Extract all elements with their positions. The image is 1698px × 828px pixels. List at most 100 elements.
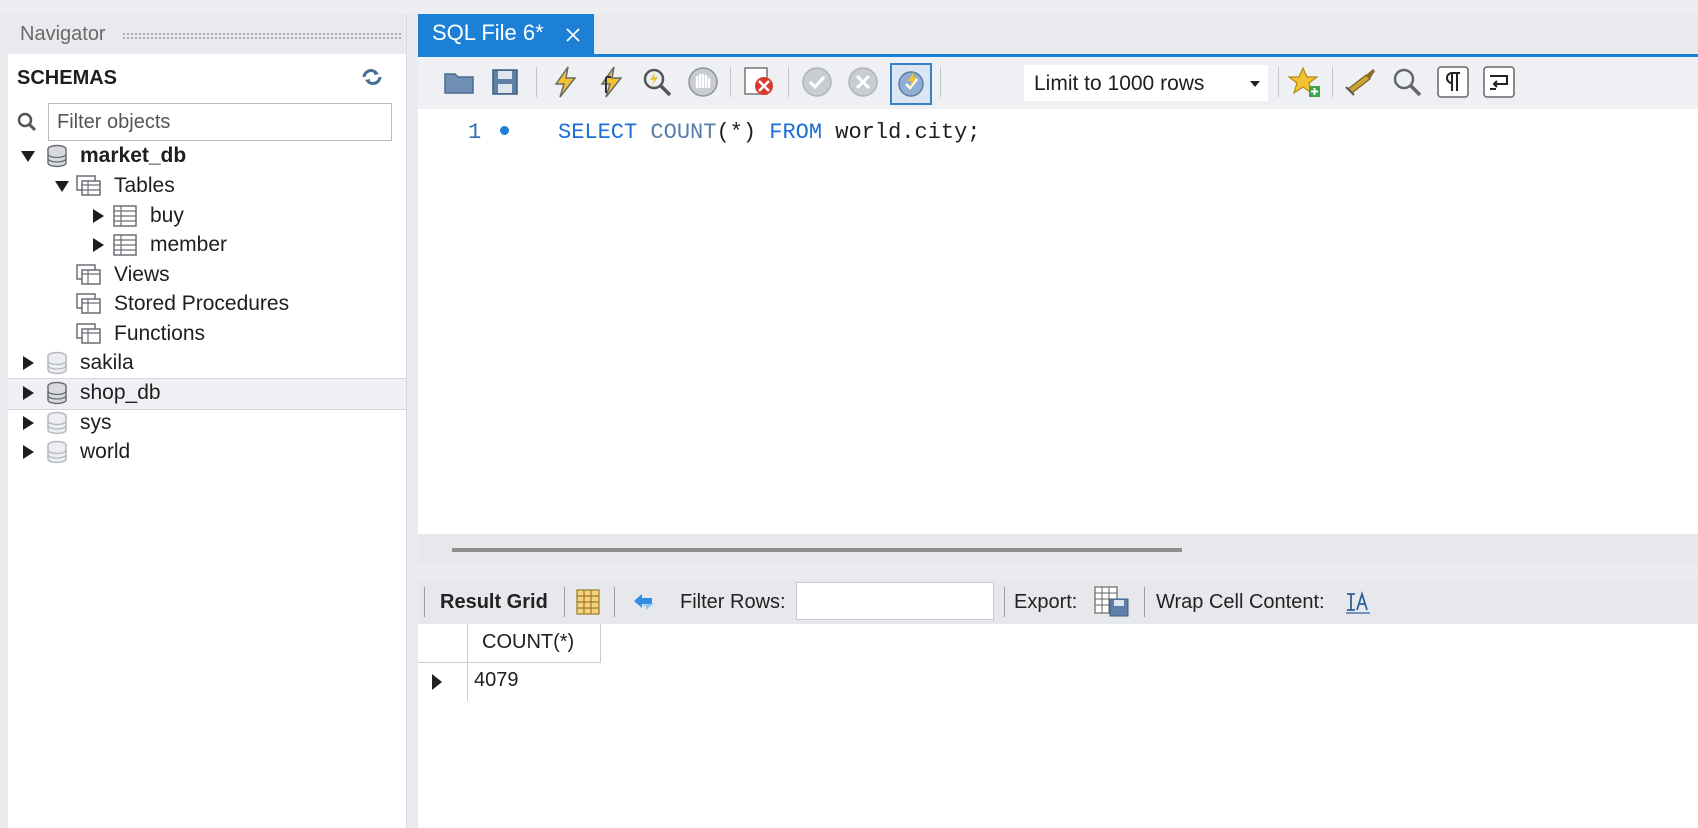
wrap-cell-content-icon[interactable]: [1344, 588, 1372, 616]
tree-item-tables[interactable]: Tables: [8, 171, 406, 201]
expand-arrow-icon[interactable]: [20, 355, 36, 371]
toolbar-separator: [536, 67, 537, 97]
grid-corner-cell[interactable]: [418, 624, 468, 663]
tree-item-views[interactable]: Views: [8, 260, 406, 290]
tree-item-buy[interactable]: buy: [8, 201, 406, 231]
window-top-strip: [0, 0, 1698, 13]
tree-item-label: Stored Procedures: [114, 292, 290, 315]
result-cell[interactable]: 4079: [468, 663, 601, 701]
line-number: 1: [468, 120, 482, 145]
tree-item-label: sys: [80, 411, 112, 434]
add-snippet-icon[interactable]: [1288, 65, 1322, 99]
keyword-from: FROM: [769, 120, 823, 145]
tab-label: SQL File 6*: [432, 20, 544, 45]
refresh-schemas-icon[interactable]: [360, 66, 384, 88]
column-header-count[interactable]: COUNT(*): [468, 624, 601, 663]
table-icon: [113, 205, 137, 227]
toolbar-separator: [424, 587, 425, 617]
database-icon: [47, 144, 67, 168]
expand-arrow-icon[interactable]: [20, 415, 36, 431]
toolbar-separator: [1004, 587, 1005, 617]
autocommit-icon: [898, 71, 924, 97]
functions-folder-icon: [76, 323, 101, 344]
beautify-icon[interactable]: [1344, 65, 1378, 99]
toolbar-separator: [940, 67, 941, 97]
search-icon: [17, 112, 37, 132]
sql-editor[interactable]: 1 SELECT COUNT(*) FROM world.city;: [418, 109, 1698, 534]
tree-item-stored-procedures[interactable]: Stored Procedures: [8, 289, 406, 319]
current-row-arrow-icon: [432, 674, 442, 690]
form-editor-icon[interactable]: [574, 588, 602, 616]
tree-item-label: shop_db: [80, 381, 161, 404]
result-cell-value: 4079: [474, 669, 519, 691]
explain-icon[interactable]: [640, 65, 674, 99]
tables-folder-icon: [76, 175, 101, 196]
tree-item-label: sakila: [80, 351, 134, 374]
tree-item-market-db[interactable]: market_db: [8, 141, 406, 171]
refresh-icon[interactable]: [630, 588, 658, 616]
tab-sql-file-6[interactable]: SQL File 6*: [418, 14, 594, 54]
table-reference: world.city;: [835, 120, 981, 145]
tree-item-label: member: [150, 233, 228, 256]
sql-code-line[interactable]: SELECT COUNT(*) FROM world.city;: [558, 120, 981, 145]
filter-rows-input[interactable]: [796, 582, 994, 620]
row-header[interactable]: [418, 663, 468, 701]
toolbar-separator: [1144, 587, 1145, 617]
tree-item-label: world: [80, 440, 131, 463]
database-icon: [47, 381, 67, 405]
database-icon: [47, 411, 67, 435]
save-icon[interactable]: [488, 65, 522, 99]
table-icon: [113, 234, 137, 256]
expand-arrow-icon[interactable]: [90, 208, 106, 224]
limit-rows-select[interactable]: Limit to 1000 rows: [1024, 65, 1268, 101]
horizontal-scrollbar[interactable]: [452, 548, 1182, 552]
tree-item-member[interactable]: member: [8, 230, 406, 260]
expand-arrow-icon[interactable]: [20, 444, 36, 460]
expand-arrow-icon[interactable]: [20, 385, 36, 401]
execute-current-statement-icon[interactable]: [594, 65, 628, 99]
filter-objects-input[interactable]: [48, 103, 392, 141]
rollback-icon[interactable]: [846, 65, 880, 99]
toolbar-separator: [730, 67, 731, 97]
tree-item-label: Tables: [114, 174, 175, 197]
function-count: COUNT: [650, 120, 717, 145]
database-icon: [47, 351, 67, 375]
navigator-panel: Navigator SCHEMAS market_db Tables: [8, 14, 407, 828]
tree-item-functions[interactable]: Functions: [8, 319, 406, 349]
invisible-characters-icon[interactable]: [1436, 65, 1470, 99]
tree-item-label: buy: [150, 204, 184, 227]
word-wrap-icon[interactable]: [1482, 65, 1516, 99]
result-grid: COUNT(*) 4079: [418, 624, 1698, 828]
tree-item-shop-db[interactable]: shop_db: [8, 378, 406, 410]
collapse-arrow-icon[interactable]: [54, 178, 70, 194]
tree-item-label: Functions: [114, 322, 206, 345]
close-tab-icon[interactable]: [564, 26, 582, 44]
find-replace-icon[interactable]: [1390, 65, 1424, 99]
tree-item-sys[interactable]: sys: [8, 408, 406, 438]
toolbar-separator: [564, 587, 565, 617]
dropdown-arrow-icon: [1250, 81, 1260, 87]
schemas-label: SCHEMAS: [17, 67, 118, 89]
tree-item-sakila[interactable]: sakila: [8, 348, 406, 378]
sql-editor-toolbar: Limit to 1000 rows: [418, 57, 1698, 109]
toggle-continue-on-error-icon[interactable]: [742, 65, 776, 99]
wrap-cell-content-label: Wrap Cell Content:: [1156, 591, 1325, 613]
stored-procedures-folder-icon: [76, 293, 101, 314]
export-icon[interactable]: [1094, 586, 1130, 618]
keyword-select: SELECT: [558, 120, 638, 145]
collapse-arrow-icon[interactable]: [20, 148, 36, 164]
open-file-icon[interactable]: [442, 65, 476, 99]
panel-drag-handle[interactable]: [122, 32, 402, 40]
views-folder-icon: [76, 264, 101, 285]
commit-icon[interactable]: [800, 65, 834, 99]
editor-tab-bar: SQL File 6*: [418, 14, 1698, 54]
tree-item-world[interactable]: world: [8, 437, 406, 467]
limit-rows-value: Limit to 1000 rows: [1034, 72, 1205, 95]
expand-arrow-icon[interactable]: [90, 237, 106, 253]
execute-icon[interactable]: [548, 65, 582, 99]
toolbar-separator: [788, 67, 789, 97]
result-grid-tab[interactable]: Result Grid: [440, 591, 548, 614]
autocommit-toggle[interactable]: [890, 63, 932, 105]
database-icon: [47, 440, 67, 464]
stop-icon[interactable]: [686, 65, 720, 99]
